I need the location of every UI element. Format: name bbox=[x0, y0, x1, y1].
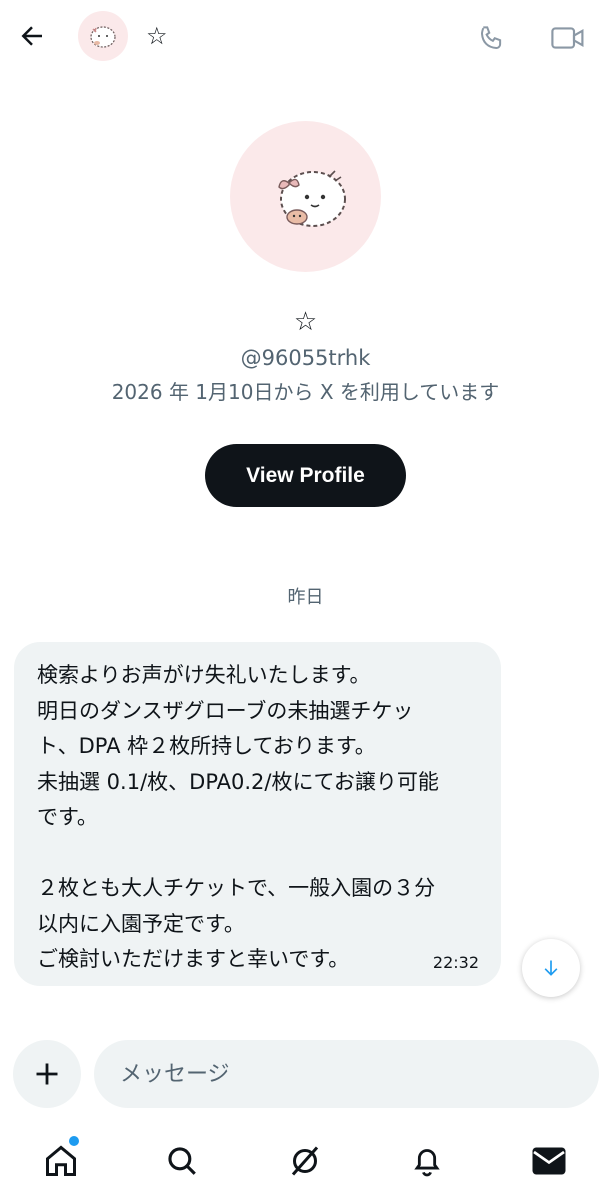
call-button[interactable] bbox=[472, 18, 512, 58]
plus-icon bbox=[36, 1063, 58, 1085]
search-icon bbox=[168, 1147, 196, 1175]
conversation-header: ☆ bbox=[0, 0, 611, 72]
nav-messages[interactable] bbox=[521, 1136, 577, 1186]
grok-icon bbox=[291, 1146, 319, 1176]
avatar-cat-icon bbox=[277, 169, 346, 227]
back-button[interactable] bbox=[14, 18, 50, 54]
header-avatar[interactable] bbox=[78, 11, 128, 61]
notifications-icon bbox=[414, 1149, 440, 1177]
message-bubble[interactable]: 検索よりお声がけ失礼いたします。 明日のダンスザグローブの未抽選チケッ ト、DP… bbox=[14, 642, 501, 986]
nav-home[interactable] bbox=[33, 1136, 89, 1186]
profile-avatar[interactable] bbox=[230, 121, 381, 272]
message-input[interactable] bbox=[94, 1040, 599, 1108]
phone-icon bbox=[481, 26, 502, 49]
scroll-to-bottom-button[interactable] bbox=[522, 939, 580, 997]
home-notification-dot bbox=[69, 1136, 79, 1146]
video-call-button[interactable] bbox=[546, 18, 590, 58]
video-camera-icon bbox=[551, 27, 584, 49]
nav-grok[interactable] bbox=[277, 1136, 333, 1186]
header-display-name: ☆ bbox=[146, 22, 168, 50]
arrow-down-icon bbox=[544, 960, 558, 976]
arrow-left-icon bbox=[21, 26, 42, 46]
home-icon bbox=[46, 1145, 76, 1176]
add-attachment-button[interactable] bbox=[13, 1040, 81, 1108]
view-profile-button[interactable]: View Profile bbox=[205, 444, 406, 507]
nav-notifications[interactable] bbox=[399, 1136, 455, 1186]
profile-joined-date: 2026 年 1月10日から X を利用しています bbox=[111, 380, 500, 404]
bottom-navigation bbox=[0, 1126, 611, 1200]
message-text: 検索よりお声がけ失礼いたします。 明日のダンスザグローブの未抽選チケッ ト、DP… bbox=[37, 663, 439, 971]
avatar-cat-icon bbox=[90, 26, 116, 48]
profile-handle: @96055trhk bbox=[240, 346, 371, 370]
profile-display-name: ☆ bbox=[293, 307, 318, 337]
message-timestamp: 22:32 bbox=[432, 953, 479, 972]
messages-icon bbox=[532, 1147, 566, 1175]
date-divider: 昨日 bbox=[287, 587, 324, 608]
nav-search[interactable] bbox=[154, 1136, 210, 1186]
